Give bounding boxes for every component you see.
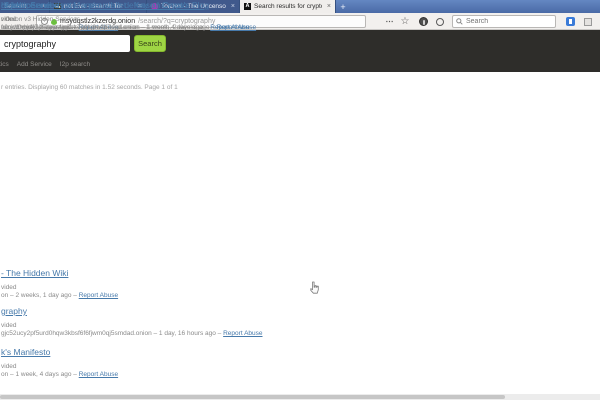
report-abuse-link[interactable]: Report Abuse — [79, 292, 118, 299]
result-meta: on – 2 weeks, 1 day ago – Report Abuse — [1, 292, 580, 300]
menu-partial-icon[interactable] — [582, 15, 594, 28]
search-result: k's Manifesto vided on – 1 week, 4 days … — [1, 347, 580, 379]
scrollbar-thumb[interactable] — [0, 395, 505, 399]
result-description: vided — [1, 16, 580, 24]
report-abuse-link[interactable]: Report Abuse — [223, 330, 262, 337]
result-url: on – 2 weeks, 1 day ago – — [1, 292, 79, 299]
site-nav: tics Add Service I2p search — [0, 61, 90, 68]
results-summary: r entries. Displaying 60 matches in 1.52… — [1, 84, 178, 91]
result-url: on – 1 week, 4 days ago – — [1, 371, 79, 378]
site-search-input[interactable] — [0, 35, 130, 52]
result-title-link[interactable]: - The Hidden Wiki — [1, 268, 580, 281]
nav-link-add-service[interactable]: Add Service — [17, 61, 52, 68]
nav-link-statistics[interactable]: tics — [0, 61, 9, 68]
report-abuse-link[interactable]: Report Abuse — [79, 371, 118, 378]
result-description: vided — [1, 322, 580, 330]
result-title-link[interactable]: k's Manifesto — [1, 347, 580, 360]
search-result: graphy vided gjc52ucy2pf5urd0hqw3kbsf6f6… — [1, 306, 580, 338]
nav-link-i2p-search[interactable]: I2p search — [60, 61, 90, 68]
search-result: Hidden Service — [1, 0, 580, 16]
result-meta: gjc52ucy2pf5urd0hqw3kbsf6f6fjwm0qj5smdad… — [1, 330, 580, 338]
result-title-link[interactable]: Hidden Service — [1, 0, 580, 13]
search-result: - The Hidden Wiki vided on – 2 weeks, 1 … — [1, 268, 580, 300]
horizontal-scrollbar[interactable] — [0, 394, 600, 400]
result-url: gjc52ucy2pf5urd0hqw3kbsf6f6fjwm0qj5smdad… — [1, 330, 223, 337]
report-abuse-link[interactable]: Report Abuse — [210, 24, 249, 31]
result-description: vided — [1, 363, 580, 371]
result-meta: on – 1 week, 4 days ago – Report Abuse — [1, 371, 580, 379]
site-header: Search tics Add Service I2p search — [0, 30, 600, 72]
result-title-link[interactable]: graphy — [1, 306, 580, 319]
result-meta: s2mw0rhr4i7rhagnzzjp3bzoq6kj6w264sqd.oni… — [1, 24, 580, 32]
result-description: vided — [1, 284, 580, 292]
mouse-cursor-icon — [309, 281, 320, 295]
site-search-button[interactable]: Search — [134, 35, 166, 52]
result-url: s2mw0rhr4i7rhagnzzjp3bzoq6kj6w264sqd.oni… — [1, 24, 210, 31]
